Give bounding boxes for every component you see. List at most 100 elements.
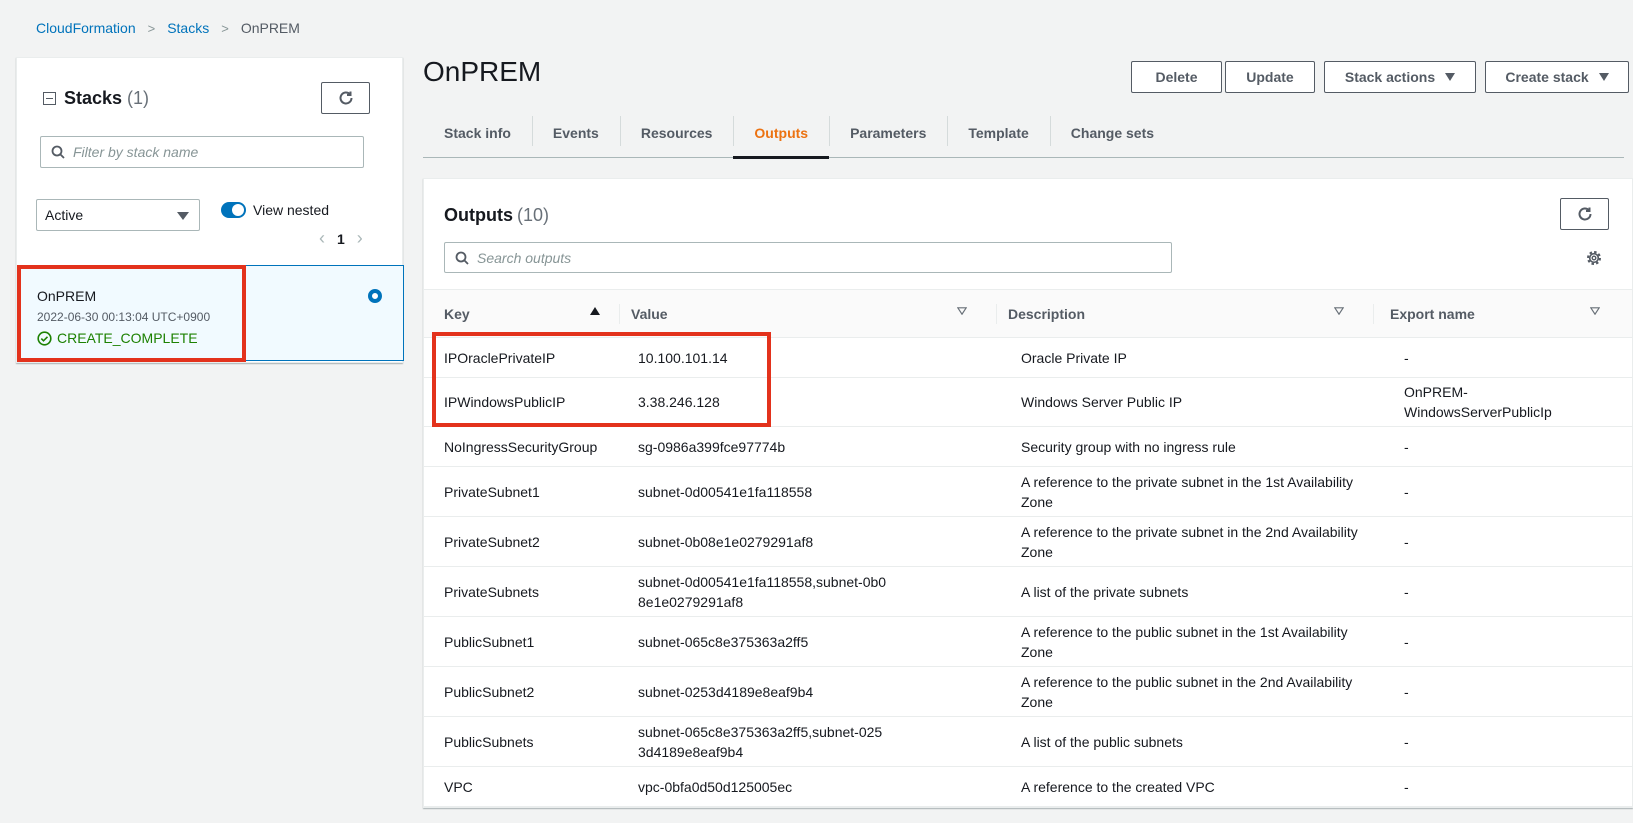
- stack-filter-input[interactable]: Filter by stack name: [40, 136, 364, 168]
- cell-export-name: -: [1404, 683, 1409, 700]
- cell-value: subnet-0d00541e1fa118558: [638, 483, 813, 500]
- refresh-stacks-button[interactable]: [321, 82, 370, 114]
- status-filter-value: Active: [45, 207, 84, 223]
- cell-export-name: OnPREM-WindowsServerPublicIp: [1404, 384, 1552, 420]
- tab-change-sets[interactable]: Change sets: [1049, 108, 1175, 157]
- pagination: ‹ 1 ›: [307, 228, 375, 249]
- column-export-label: Export name: [1390, 305, 1475, 322]
- stack-detail-tabs: Stack info Events Resources Outputs Para…: [423, 108, 1624, 159]
- annotation-highlight: [17, 265, 246, 362]
- table-row: PrivateSubnet1 subnet-0d00541e1fa118558 …: [424, 467, 1632, 517]
- toggle-switch[interactable]: [221, 202, 246, 218]
- annotation-highlight: [432, 332, 771, 427]
- cell-description: A reference to the private subnet in the…: [1021, 473, 1354, 510]
- create-stack-button[interactable]: Create stack: [1485, 61, 1629, 93]
- table-row: PublicSubnet1 subnet-065c8e375363a2ff5 A…: [424, 617, 1632, 667]
- page-number[interactable]: 1: [337, 231, 345, 247]
- breadcrumb-stacks-link[interactable]: Stacks: [167, 20, 209, 36]
- breadcrumb-current: OnPREM: [240, 20, 300, 36]
- cell-description: A reference to the private subnet in the…: [1021, 523, 1358, 560]
- caret-down-icon: [1598, 73, 1609, 81]
- view-nested-label: View nested: [253, 202, 330, 218]
- search-icon: [51, 145, 65, 159]
- chevron-right-icon[interactable]: ›: [357, 228, 363, 249]
- cell-export-name: -: [1404, 349, 1409, 366]
- stack-filter-placeholder: Filter by stack name: [73, 144, 199, 160]
- cell-export-name: -: [1404, 483, 1409, 500]
- table-row: PrivateSubnet2 subnet-0b08e1e0279291af8 …: [424, 517, 1632, 567]
- cell-key: PublicSubnet1: [444, 633, 535, 650]
- stack-actions-button[interactable]: Stack actions: [1324, 61, 1476, 93]
- update-button[interactable]: Update: [1225, 61, 1315, 93]
- column-key-label: Key: [444, 305, 470, 322]
- cell-key: PublicSubnets: [444, 733, 534, 750]
- outputs-title: Outputs: [444, 205, 513, 225]
- cell-description: Security group with no ingress rule: [1021, 438, 1236, 455]
- sort-icon[interactable]: [957, 307, 967, 315]
- column-header-value[interactable]: Value: [631, 290, 981, 337]
- cell-description: A list of the private subnets: [1021, 583, 1189, 600]
- view-nested-toggle[interactable]: View nested: [221, 202, 329, 218]
- cell-key: VPC: [444, 778, 473, 795]
- cell-value: sg-0986a399fce97774b: [638, 438, 786, 455]
- cell-key: PrivateSubnet2: [444, 533, 540, 550]
- cell-export-name: -: [1404, 778, 1409, 795]
- sort-icon[interactable]: [1590, 307, 1600, 315]
- cell-export-name: -: [1404, 583, 1409, 600]
- caret-down-icon: [177, 212, 189, 220]
- cell-key: NoIngressSecurityGroup: [444, 438, 598, 455]
- column-header-description[interactable]: Description: [1008, 290, 1358, 337]
- cell-value: vpc-0bfa0d50d125005ec: [638, 778, 793, 795]
- breadcrumb-cloudformation-link[interactable]: CloudFormation: [36, 20, 136, 36]
- breadcrumb: CloudFormation > Stacks > OnPREM: [36, 20, 300, 36]
- table-row: VPC vpc-0bfa0d50d125005ec A reference to…: [424, 767, 1632, 807]
- stacks-count: (1): [127, 88, 150, 108]
- tab-events[interactable]: Events: [531, 108, 620, 157]
- cell-value: subnet-0b08e1e0279291af8: [638, 533, 814, 550]
- cell-description: Oracle Private IP: [1021, 349, 1127, 366]
- table-row: PublicSubnets subnet-065c8e375363a2ff5,s…: [424, 717, 1632, 767]
- column-header-export-name[interactable]: Export name: [1390, 290, 1614, 337]
- stacks-title: Stacks: [64, 88, 123, 108]
- sort-ascending-icon[interactable]: [590, 307, 600, 315]
- outputs-search-placeholder: Search outputs: [477, 249, 572, 266]
- settings-gear-icon[interactable]: [1585, 249, 1603, 267]
- chevron-left-icon[interactable]: ‹: [319, 228, 325, 249]
- cell-description: A reference to the created VPC: [1021, 778, 1215, 795]
- cell-value: subnet-0253d4189e8eaf9b4: [638, 683, 814, 700]
- refresh-outputs-button[interactable]: [1560, 198, 1609, 230]
- cell-value: subnet-0d00541e1fa118558,subnet-0b08e1e0…: [638, 573, 887, 610]
- cell-export-name: -: [1404, 533, 1409, 550]
- status-filter-select[interactable]: Active: [36, 199, 200, 231]
- caret-down-icon: [1445, 73, 1456, 81]
- stack-actions-label: Stack actions: [1344, 69, 1436, 85]
- column-description-label: Description: [1008, 305, 1086, 322]
- outputs-search-input[interactable]: Search outputs: [444, 242, 1172, 273]
- search-icon: [455, 251, 469, 265]
- tab-resources[interactable]: Resources: [619, 108, 734, 157]
- tab-template[interactable]: Template: [947, 108, 1049, 157]
- create-stack-label: Create stack: [1505, 69, 1589, 85]
- cell-description: A reference to the public subnet in the …: [1021, 623, 1348, 660]
- cell-export-name: -: [1404, 733, 1409, 750]
- delete-button[interactable]: Delete: [1131, 61, 1222, 93]
- sort-icon[interactable]: [1334, 307, 1344, 315]
- tab-outputs[interactable]: Outputs: [733, 108, 829, 159]
- cell-description: Windows Server Public IP: [1021, 394, 1183, 410]
- column-header-key[interactable]: Key: [444, 290, 614, 337]
- cell-description: A reference to the public subnet in the …: [1021, 673, 1353, 710]
- stacks-panel-header: Stacks (1): [43, 88, 149, 109]
- tab-parameters[interactable]: Parameters: [829, 108, 947, 157]
- stack-select-radio[interactable]: [368, 289, 382, 303]
- refresh-icon: [1578, 207, 1591, 221]
- column-value-label: Value: [631, 305, 668, 322]
- cell-key: PrivateSubnet1: [444, 483, 540, 500]
- table-row: PrivateSubnets subnet-0d00541e1fa118558,…: [424, 567, 1632, 617]
- tab-stack-info[interactable]: Stack info: [423, 108, 532, 157]
- collapse-icon[interactable]: [43, 92, 56, 105]
- cell-key: PrivateSubnets: [444, 583, 539, 600]
- outputs-table-header: Key Value Description Export name: [424, 289, 1632, 338]
- table-row: PublicSubnet2 subnet-0253d4189e8eaf9b4 A…: [424, 667, 1632, 717]
- outputs-count: (10): [517, 205, 550, 225]
- cell-description: A list of the public subnets: [1021, 733, 1183, 750]
